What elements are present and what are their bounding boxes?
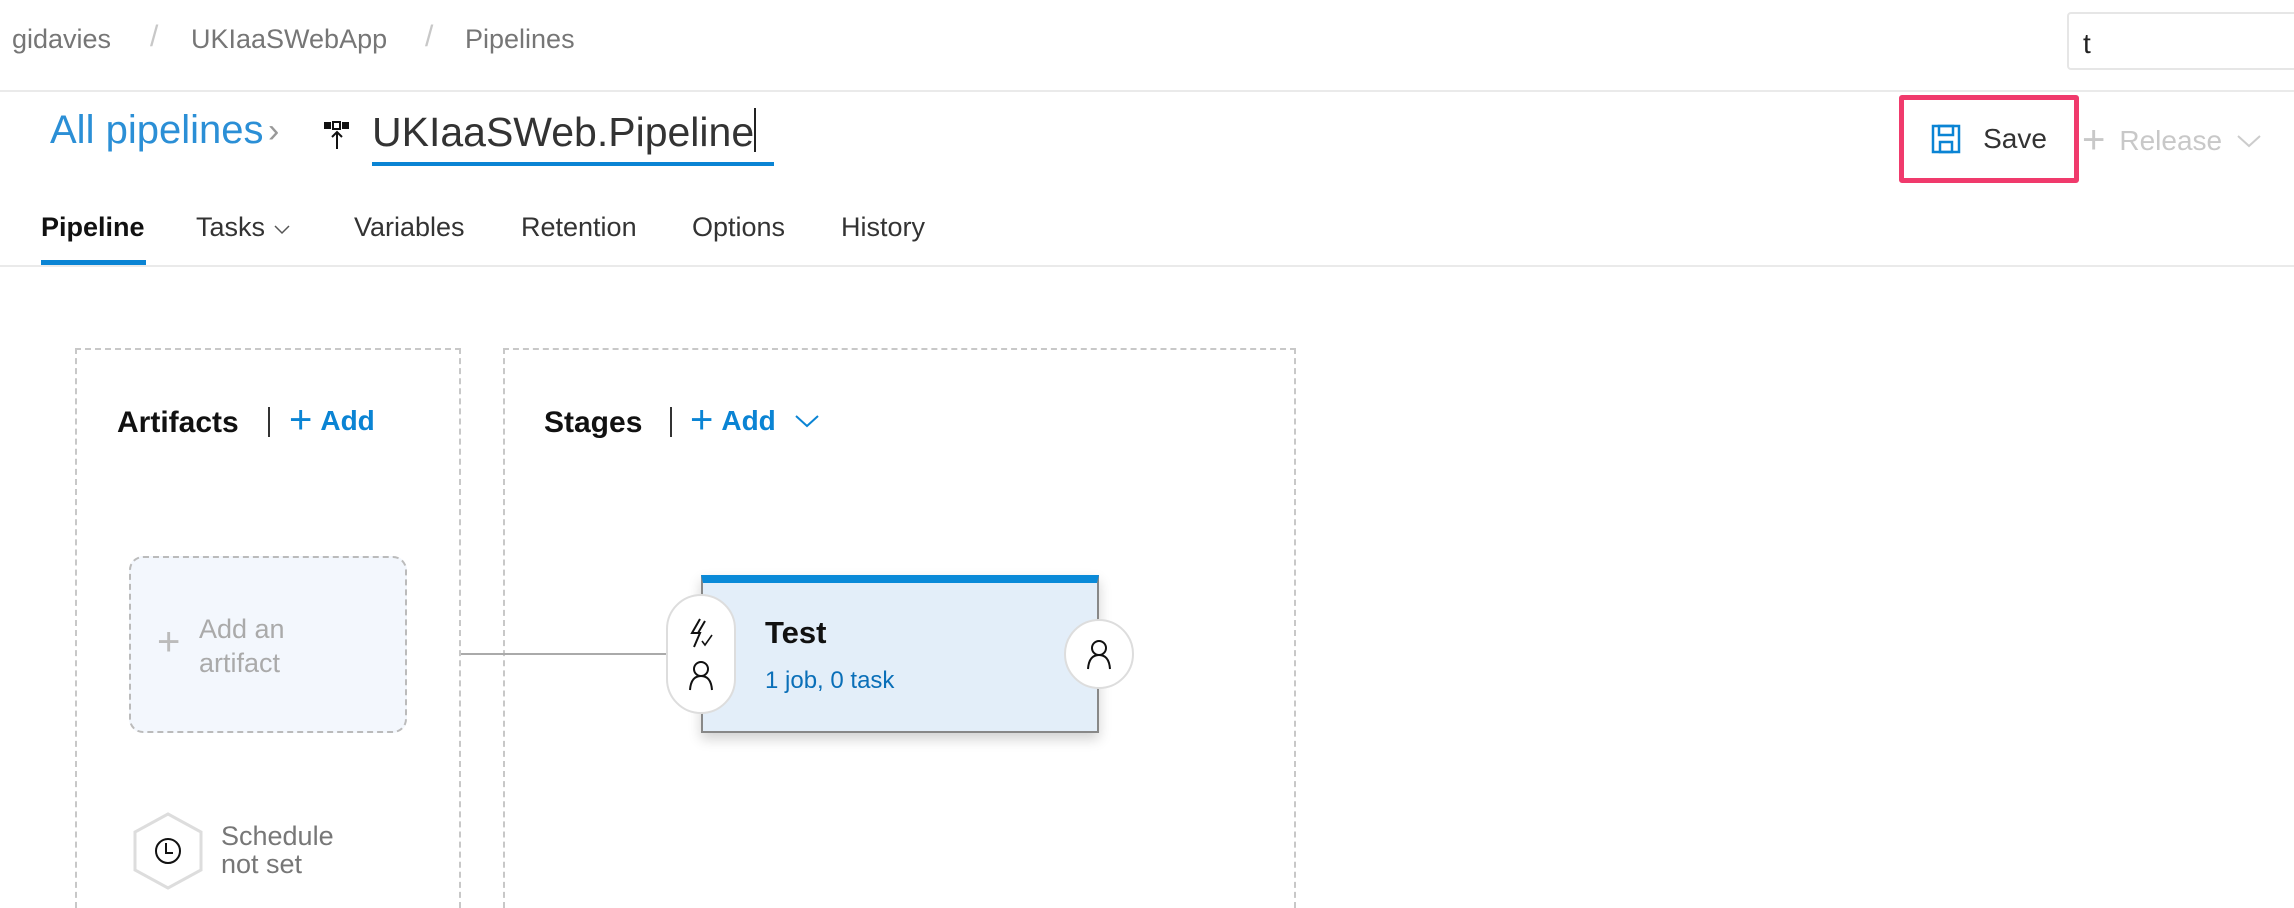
divider: [670, 407, 672, 437]
save-icon: [1931, 124, 1961, 154]
save-label: Save: [1983, 123, 2047, 154]
add-label: Add: [320, 404, 375, 436]
search-input[interactable]: t: [2067, 12, 2294, 70]
schedule-label: not set: [221, 849, 303, 879]
person-approver-icon: [1087, 640, 1111, 670]
person-approver-icon: [689, 661, 713, 691]
add-artifact-label: Add an: [199, 614, 285, 644]
divider: [268, 407, 270, 437]
all-pipelines-link[interactable]: All pipelines: [50, 108, 263, 153]
chevron-down-icon: [2237, 134, 2261, 147]
plus-icon: +: [157, 620, 181, 664]
add-stage-button[interactable]: + Add: [690, 398, 820, 443]
add-artifact-card[interactable]: + Add an artifact: [129, 556, 407, 733]
tabs-divider: [0, 265, 2294, 267]
add-artifact-label: artifact: [199, 648, 281, 678]
schedule-label: Schedule: [221, 821, 334, 851]
lightning-trigger-icon: [690, 618, 713, 648]
pipeline-name-input[interactable]: UKIaaSWeb.Pipeline: [372, 108, 774, 166]
tab-tasks-label: Tasks: [196, 212, 266, 242]
save-button[interactable]: Save: [1899, 95, 2079, 183]
schedule-trigger[interactable]: [132, 812, 204, 890]
breadcrumb-separator: /: [150, 20, 159, 53]
pre-deployment-conditions[interactable]: [666, 594, 736, 714]
release-label: Release: [2119, 124, 2223, 156]
breadcrumb-project[interactable]: UKIaaSWebApp: [191, 24, 387, 55]
add-artifact-button[interactable]: + Add: [289, 398, 375, 443]
stage-card-test[interactable]: Test 1 job, 0 task: [701, 575, 1099, 733]
breadcrumb-separator: /: [425, 20, 434, 53]
tab-retention[interactable]: Retention: [521, 212, 637, 243]
connector-line: [461, 653, 671, 655]
stages-heading: Stages: [544, 406, 643, 439]
tab-tasks[interactable]: Tasks: [196, 212, 291, 243]
post-deployment-conditions[interactable]: [1064, 619, 1134, 689]
stage-summary-link[interactable]: 1 job, 0 task: [765, 667, 894, 695]
pipeline-icon: [324, 121, 349, 149]
breadcrumb-pipelines[interactable]: Pipelines: [465, 24, 575, 55]
add-label: Add: [721, 404, 776, 436]
chevron-right-icon: ›: [268, 112, 280, 150]
pipeline-name-value: UKIaaSWeb.Pipeline: [372, 109, 755, 155]
stage-name: Test: [765, 615, 827, 650]
breadcrumb-org[interactable]: gidavies: [12, 24, 111, 55]
chevron-down-icon: [795, 414, 819, 427]
plus-icon: +: [289, 398, 313, 442]
plus-icon: +: [2082, 118, 2106, 162]
release-button[interactable]: + Release: [2082, 118, 2262, 163]
tab-variables[interactable]: Variables: [354, 212, 465, 243]
tab-history[interactable]: History: [841, 212, 925, 243]
tab-pipeline[interactable]: Pipeline: [41, 212, 145, 243]
chevron-down-icon: [274, 225, 290, 235]
header-divider: [0, 90, 2294, 92]
plus-icon: +: [690, 398, 714, 442]
artifacts-heading: Artifacts: [117, 406, 239, 439]
tab-options[interactable]: Options: [692, 212, 785, 243]
